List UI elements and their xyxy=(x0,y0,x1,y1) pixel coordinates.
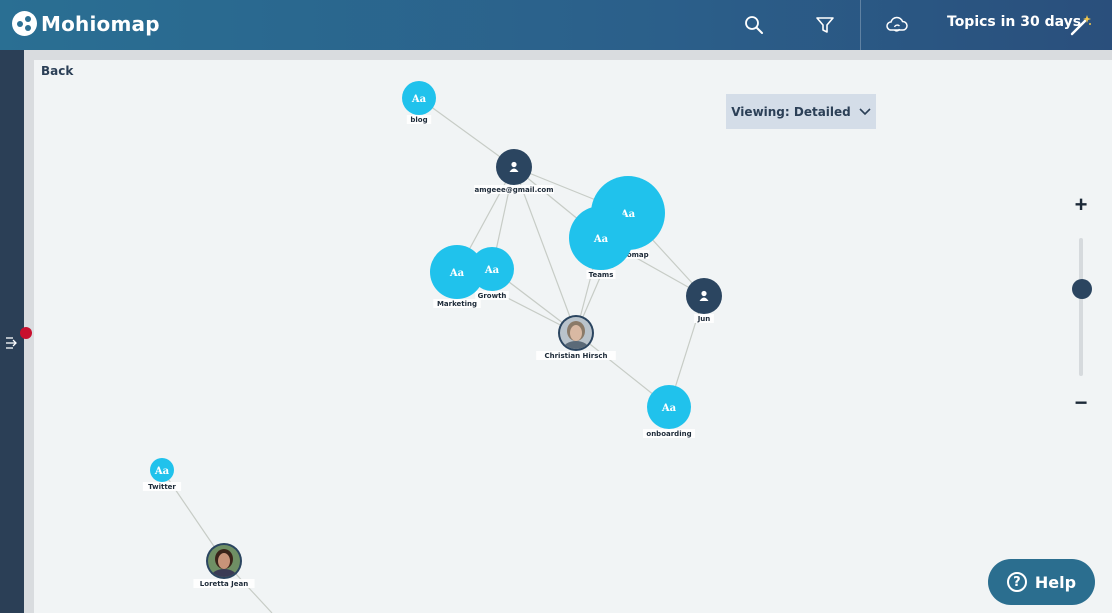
zoom-slider-thumb[interactable] xyxy=(1072,279,1092,300)
topic-icon: Aa xyxy=(449,268,465,279)
viewing-mode-label: Viewing: Detailed xyxy=(731,104,851,119)
node-label: Growth xyxy=(478,292,507,300)
graph-node-amgeee[interactable]: amgeee@gmail.com xyxy=(474,149,554,194)
node-label: Marketing xyxy=(437,300,477,308)
topic-icon: Aa xyxy=(411,94,427,105)
help-icon: ? xyxy=(1006,572,1027,592)
node-label: Twitter xyxy=(148,483,176,491)
chevron-down-icon xyxy=(859,107,871,115)
topic-icon: Aa xyxy=(593,234,609,245)
viewing-mode-dropdown[interactable]: Viewing: Detailed xyxy=(726,94,876,129)
zoom-out-button[interactable]: − xyxy=(1072,392,1090,414)
graph-view[interactable]: Aablogamgeee@gmail.comAamohiomapAaTeamsA… xyxy=(0,0,1112,613)
zoom-in-button[interactable]: + xyxy=(1072,194,1090,216)
topic-icon: Aa xyxy=(484,265,500,276)
zoom-slider-track[interactable] xyxy=(1079,238,1083,376)
node-label: onboarding xyxy=(646,430,691,438)
topic-icon: Aa xyxy=(154,466,170,477)
graph-node-christian[interactable]: Christian Hirsch xyxy=(536,315,616,360)
back-link[interactable]: Back xyxy=(41,64,73,78)
help-button[interactable]: ? Help xyxy=(988,559,1095,605)
graph-node-teams[interactable]: Aa Teams xyxy=(569,206,633,279)
node-label: Teams xyxy=(589,271,614,279)
node-label: Jun xyxy=(697,315,711,323)
node-label: amgeee@gmail.com xyxy=(474,186,553,194)
node-label: Loretta Jean xyxy=(200,580,248,588)
graph-node-blog[interactable]: Aa blog xyxy=(402,81,436,124)
node-label: blog xyxy=(410,116,427,124)
edges-layer xyxy=(161,97,705,613)
graph-node-jun[interactable]: Jun xyxy=(686,278,722,323)
graph-node-twitter[interactable]: Aa Twitter xyxy=(142,458,182,491)
help-label: Help xyxy=(1034,572,1077,592)
graph-node-loretta[interactable]: Loretta Jean xyxy=(193,543,255,588)
node-label: Christian Hirsch xyxy=(544,352,607,360)
topic-icon: Aa xyxy=(661,403,677,414)
